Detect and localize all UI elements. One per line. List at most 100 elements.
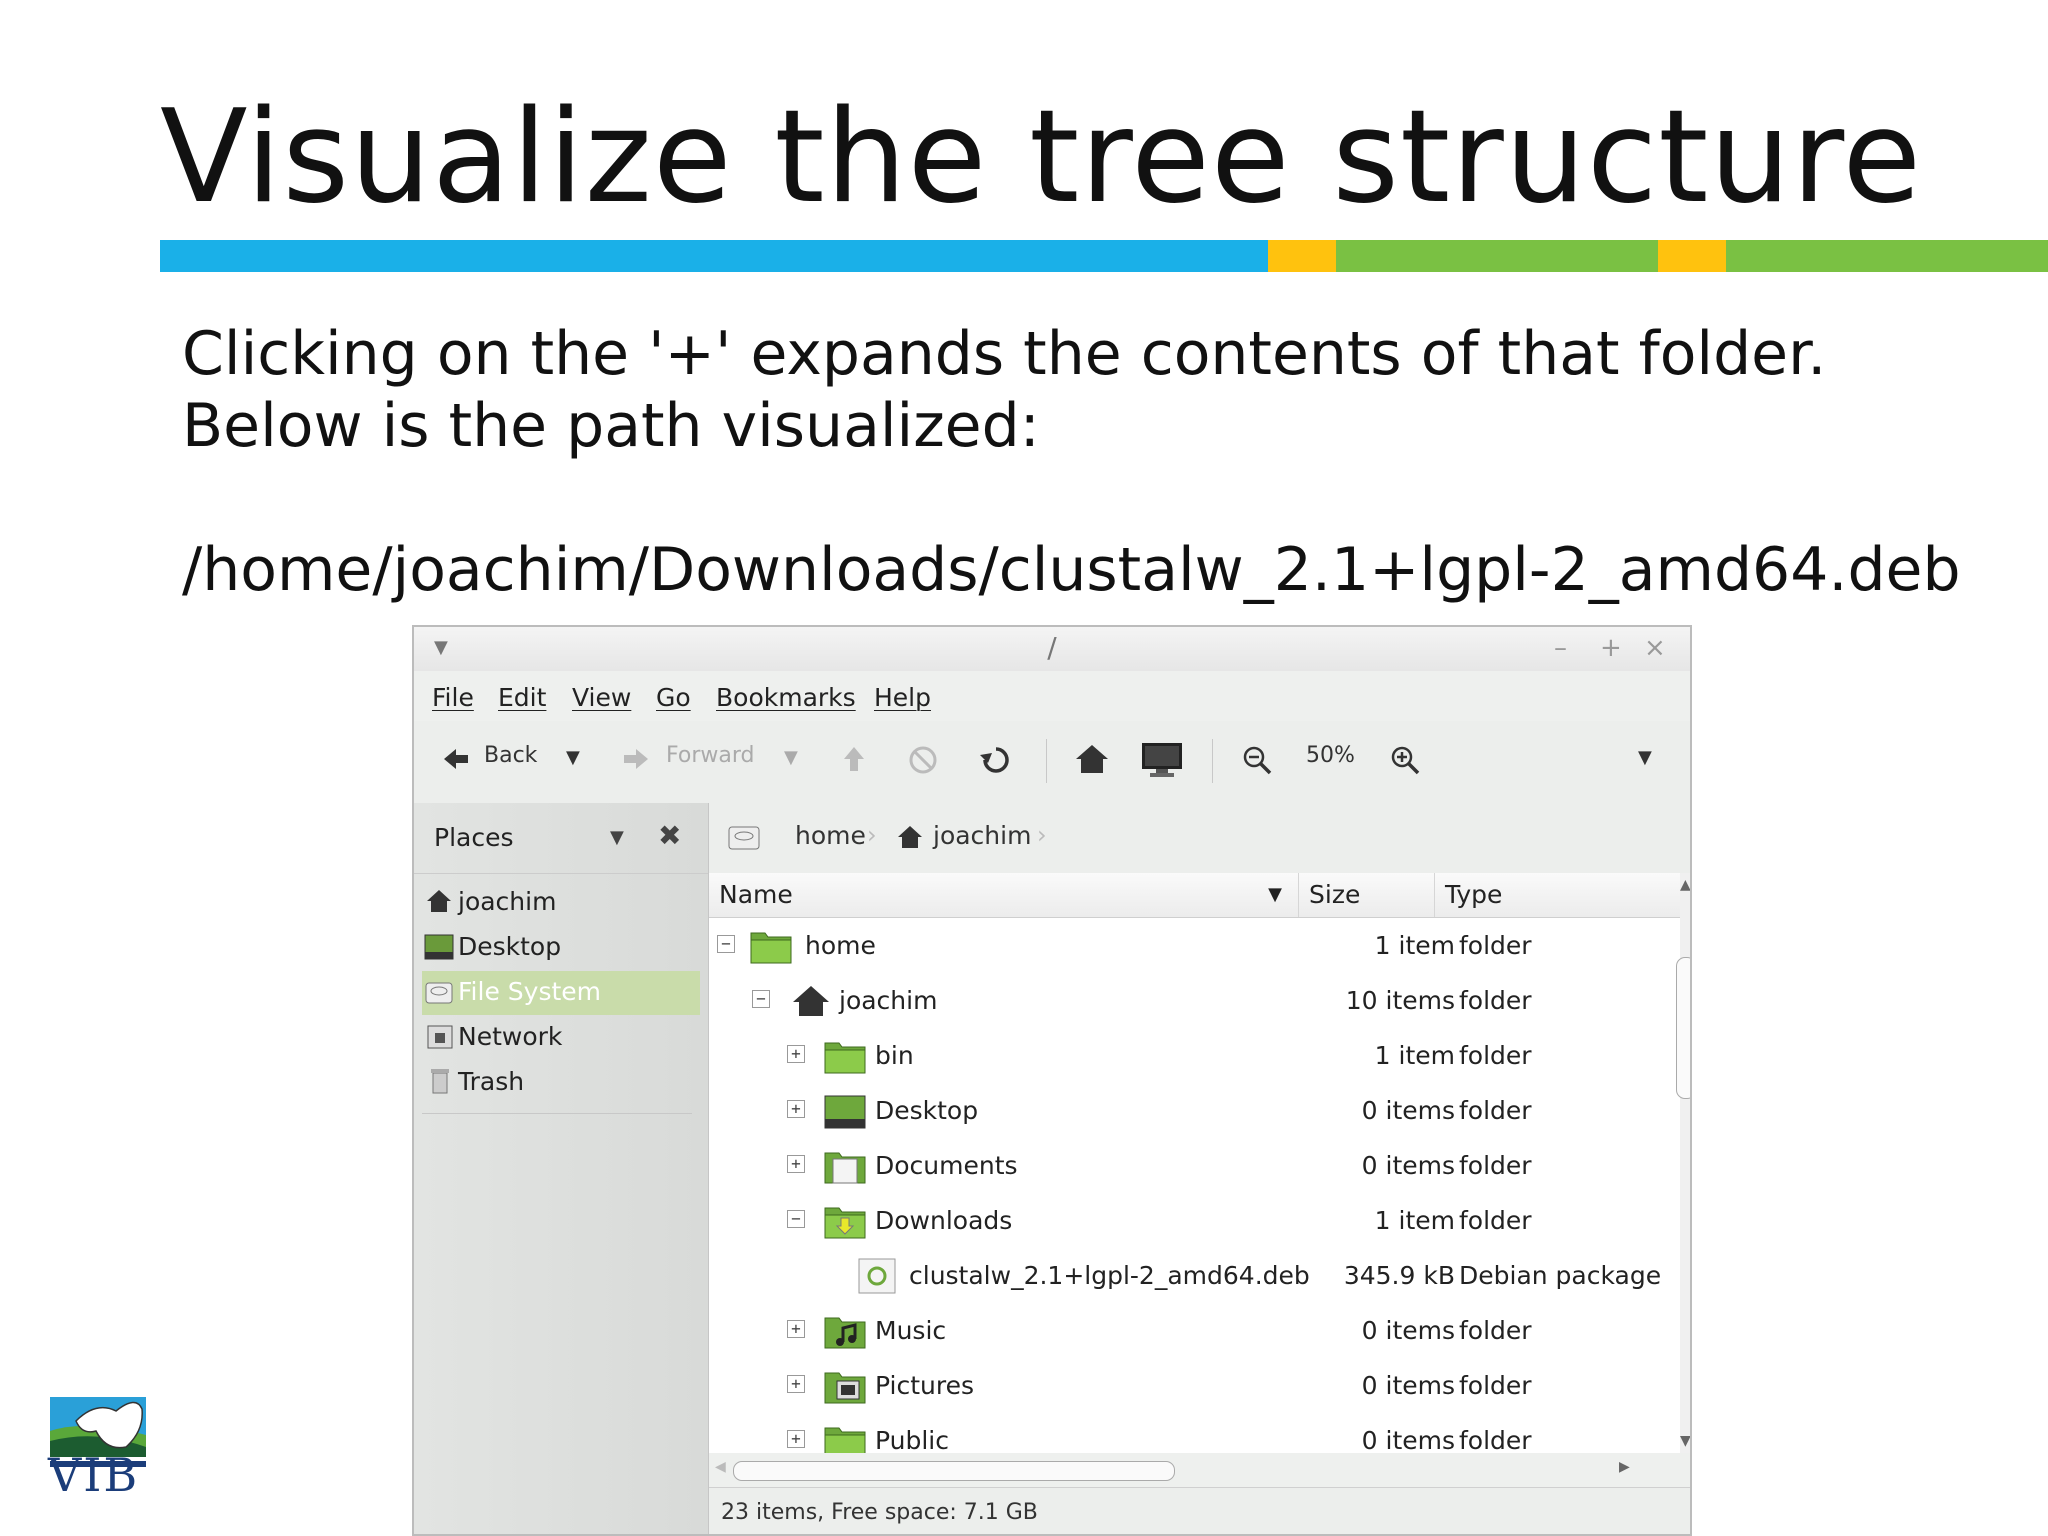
drive-icon bbox=[425, 982, 453, 1004]
row-size: 345.9 kB bbox=[1343, 1261, 1455, 1290]
file-manager-window: ▼ / – + × File Edit View Go Bookmarks He… bbox=[412, 625, 1692, 1536]
row-type: folder bbox=[1459, 1316, 1532, 1345]
table-row[interactable]: − home 1 item folder bbox=[709, 919, 1680, 974]
menu-file[interactable]: File bbox=[432, 683, 474, 712]
scroll-left-icon[interactable]: ◀ bbox=[715, 1459, 726, 1475]
collapse-toggle[interactable]: − bbox=[717, 935, 735, 953]
collapse-toggle[interactable]: − bbox=[787, 1210, 805, 1228]
sidebar-title: Places bbox=[434, 823, 514, 852]
accent-bar-green-1 bbox=[1336, 240, 1658, 272]
collapse-toggle[interactable]: − bbox=[752, 990, 770, 1008]
table-row[interactable]: − Downloads 1 item folder bbox=[709, 1194, 1680, 1249]
column-type[interactable]: Type bbox=[1435, 873, 1680, 917]
toolbar: Back ▼ Forward ▼ 50% ▼ bbox=[414, 721, 1690, 804]
close-icon[interactable]: × bbox=[1644, 633, 1666, 663]
title-bar: ▼ / – + × bbox=[414, 627, 1690, 671]
table-row[interactable]: + Desktop 0 items folder bbox=[709, 1084, 1680, 1139]
row-name: bin bbox=[875, 1041, 914, 1070]
row-type: folder bbox=[1459, 1371, 1532, 1400]
menu-go[interactable]: Go bbox=[656, 683, 691, 712]
row-name: Documents bbox=[875, 1151, 1018, 1180]
breadcrumb-joachim[interactable]: joachim bbox=[933, 821, 1031, 850]
sidebar-item-joachim[interactable]: joachim bbox=[422, 881, 700, 925]
status-text: 23 items, Free space: 7.1 GB bbox=[721, 1500, 1038, 1525]
table-row[interactable]: + Documents 0 items folder bbox=[709, 1139, 1680, 1194]
sidebar-item-desktop[interactable]: Desktop bbox=[422, 926, 700, 970]
home-icon bbox=[427, 890, 451, 912]
row-name: Public bbox=[875, 1426, 949, 1453]
menu-bookmarks[interactable]: Bookmarks bbox=[716, 683, 856, 712]
row-type: folder bbox=[1459, 1206, 1532, 1235]
scroll-up-icon[interactable]: ▲ bbox=[1680, 877, 1690, 893]
downloads-folder-icon bbox=[824, 1207, 866, 1239]
row-type: Debian package bbox=[1459, 1261, 1662, 1290]
column-type-label: Type bbox=[1445, 880, 1503, 909]
breadcrumb-home[interactable]: home bbox=[795, 821, 866, 850]
scroll-right-icon[interactable]: ▶ bbox=[1619, 1459, 1630, 1475]
sidebar-item-file-system[interactable]: File System bbox=[422, 971, 700, 1015]
computer-icon[interactable] bbox=[1140, 741, 1184, 779]
path-line: /home/joachim/Downloads/clustalw_2.1+lgp… bbox=[182, 535, 1961, 605]
back-button[interactable]: Back bbox=[484, 743, 537, 768]
table-row[interactable]: − joachim 10 items folder bbox=[709, 974, 1680, 1029]
zoom-out-icon[interactable] bbox=[1242, 745, 1272, 775]
table-row[interactable]: + Music 0 items folder bbox=[709, 1304, 1680, 1359]
back-arrow-icon[interactable] bbox=[442, 747, 470, 771]
stop-icon[interactable] bbox=[908, 745, 938, 775]
menu-edit[interactable]: Edit bbox=[498, 683, 546, 712]
breadcrumb-separator-icon: › bbox=[1037, 821, 1047, 849]
horizontal-scrollbar[interactable]: ◀ ▶ bbox=[709, 1453, 1690, 1487]
breadcrumb-separator-icon: › bbox=[867, 821, 877, 849]
home-icon[interactable] bbox=[1074, 743, 1110, 775]
table-row[interactable]: + Pictures 0 items folder bbox=[709, 1359, 1680, 1414]
column-size[interactable]: Size bbox=[1299, 873, 1435, 917]
back-history-dropdown-icon[interactable]: ▼ bbox=[566, 747, 580, 768]
table-row[interactable]: clustalw_2.1+lgpl-2_amd64.deb 345.9 kB D… bbox=[709, 1249, 1680, 1304]
expand-toggle[interactable]: + bbox=[787, 1430, 805, 1448]
row-size: 0 items bbox=[1361, 1151, 1455, 1180]
row-name: home bbox=[805, 931, 876, 960]
reload-icon[interactable] bbox=[980, 745, 1012, 775]
sidebar-item-trash[interactable]: Trash bbox=[422, 1061, 700, 1105]
maximize-icon[interactable]: + bbox=[1600, 633, 1622, 663]
menu-view[interactable]: View bbox=[572, 683, 631, 712]
expand-toggle[interactable]: + bbox=[787, 1155, 805, 1173]
row-name: Desktop bbox=[875, 1096, 979, 1125]
expand-toggle[interactable]: + bbox=[787, 1320, 805, 1338]
toolbar-overflow-icon[interactable]: ▼ bbox=[1638, 747, 1652, 768]
row-size: 1 item bbox=[1374, 1206, 1455, 1235]
expand-toggle[interactable]: + bbox=[787, 1375, 805, 1393]
zoom-level: 50% bbox=[1306, 743, 1355, 768]
row-type: folder bbox=[1459, 1426, 1532, 1453]
slide-title: Visualize the tree structure bbox=[160, 83, 1923, 232]
row-name: clustalw_2.1+lgpl-2_amd64.deb bbox=[909, 1261, 1310, 1290]
horizontal-scroll-thumb[interactable] bbox=[733, 1461, 1175, 1481]
scroll-down-icon[interactable]: ▼ bbox=[1680, 1433, 1690, 1449]
table-row[interactable]: + bin 1 item folder bbox=[709, 1029, 1680, 1084]
column-name[interactable]: Name ▼ bbox=[709, 873, 1299, 917]
vertical-scrollbar[interactable]: ▲ ▼ bbox=[1676, 873, 1690, 1453]
sidebar-item-network[interactable]: Network bbox=[422, 1016, 700, 1060]
expand-toggle[interactable]: + bbox=[787, 1100, 805, 1118]
menu-help[interactable]: Help bbox=[874, 683, 931, 712]
close-sidebar-icon[interactable]: ✖ bbox=[658, 819, 681, 852]
expand-toggle[interactable]: + bbox=[787, 1045, 805, 1063]
minimize-icon[interactable]: – bbox=[1554, 633, 1567, 663]
sidebar-type-dropdown-icon[interactable]: ▼ bbox=[610, 827, 624, 848]
folder-icon bbox=[824, 1042, 866, 1074]
table-row[interactable]: + Public 0 items folder bbox=[709, 1414, 1680, 1453]
vertical-scroll-thumb[interactable] bbox=[1676, 957, 1690, 1099]
column-header: Name ▼ Size Type bbox=[709, 873, 1680, 918]
forward-button[interactable]: Forward bbox=[666, 743, 754, 768]
forward-history-dropdown-icon[interactable]: ▼ bbox=[784, 747, 798, 768]
row-type: folder bbox=[1459, 1151, 1532, 1180]
file-tree-view: Name ▼ Size Type − home 1 item folder − … bbox=[709, 873, 1680, 1453]
row-size: 0 items bbox=[1361, 1096, 1455, 1125]
up-arrow-icon[interactable] bbox=[842, 745, 866, 773]
drive-icon[interactable] bbox=[727, 823, 761, 853]
column-name-label: Name bbox=[719, 880, 793, 909]
zoom-in-icon[interactable] bbox=[1390, 745, 1420, 775]
accent-bar-yellow-1 bbox=[1268, 240, 1336, 272]
sidebar-item-label: Trash bbox=[458, 1067, 525, 1096]
sidebar-header: Places ▼ ✖ bbox=[414, 803, 708, 874]
